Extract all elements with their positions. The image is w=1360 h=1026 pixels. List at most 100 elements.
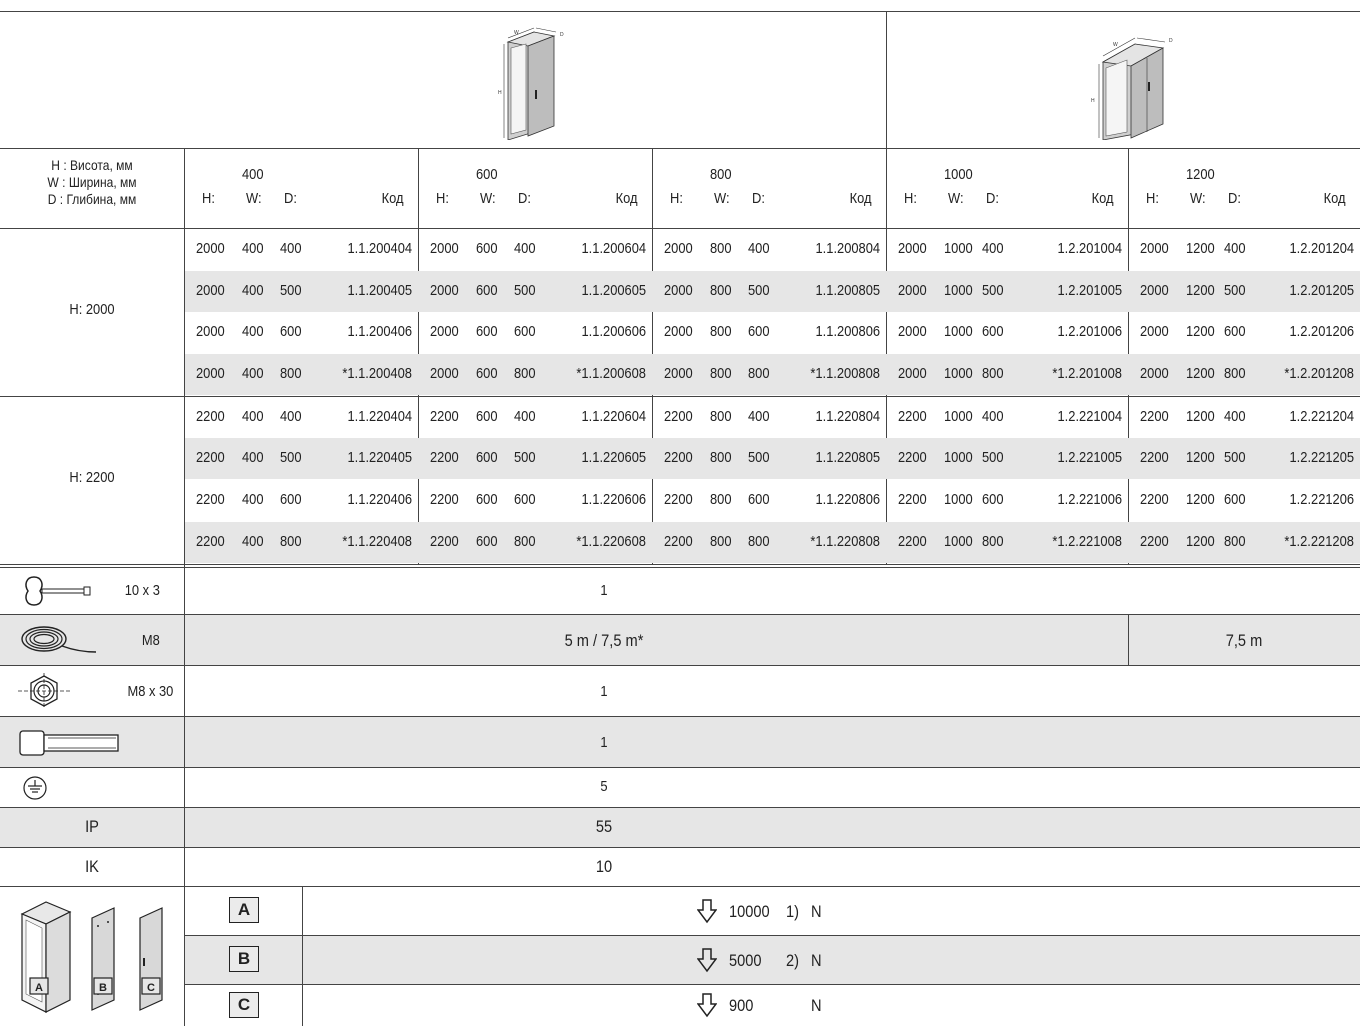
legend-h: H : Висота, мм <box>51 157 133 173</box>
cell-code: 1.1.200806 <box>815 323 880 340</box>
load-unit: N <box>811 996 822 1015</box>
double-cabinet-drawing: W D H <box>1091 37 1173 140</box>
cell-depth: 400 <box>748 240 770 257</box>
cell-height: 2000 <box>898 282 927 299</box>
cell-depth: 500 <box>1224 449 1246 466</box>
cell-depth: 400 <box>280 240 302 257</box>
cell-width: 800 <box>710 323 732 340</box>
cell-height: 2200 <box>898 408 927 425</box>
ip-value: 55 <box>595 817 613 836</box>
cell-code: *1.1.220608 <box>576 533 646 550</box>
cell-height: 2000 <box>430 282 459 299</box>
down-arrow-icon <box>697 993 717 1018</box>
cell-height: 2200 <box>430 408 459 425</box>
cell-code: *1.1.200408 <box>342 365 412 382</box>
cell-depth: 400 <box>1224 240 1246 257</box>
cell-code: 1.1.200804 <box>815 240 880 257</box>
diagram-h-label: H <box>1091 98 1095 104</box>
cell-depth: 400 <box>982 408 1004 425</box>
col-header-w: W: <box>948 190 964 207</box>
cell-code: 1.1.200405 <box>347 282 412 299</box>
cell-width: 400 <box>242 449 264 466</box>
cell-depth: 600 <box>514 491 536 508</box>
cell-width: 800 <box>710 449 732 466</box>
cell-width: 600 <box>476 449 498 466</box>
cell-depth: 600 <box>514 323 536 340</box>
col-header-d: D: <box>284 190 297 207</box>
cell-height: 2200 <box>430 491 459 508</box>
cell-depth: 500 <box>514 449 536 466</box>
load-value: 5000 <box>729 950 762 970</box>
cell-depth: 600 <box>280 323 302 340</box>
cell-width: 400 <box>242 408 264 425</box>
col-header-h: H: <box>436 190 449 207</box>
cell-depth: 600 <box>748 491 770 508</box>
load-unit: N <box>811 950 822 970</box>
cell-code: *1.1.220408 <box>342 533 412 550</box>
cell-code: *1.2.201208 <box>1284 365 1354 382</box>
screw-icon <box>19 730 119 756</box>
cell-depth: 500 <box>280 449 302 466</box>
cell-width: 400 <box>242 282 264 299</box>
cell-height: 2200 <box>664 408 693 425</box>
cell-depth: 500 <box>748 449 770 466</box>
cell-width: 800 <box>710 240 732 257</box>
col-header-code: Код <box>1092 190 1114 207</box>
cable-label: M8 <box>142 632 160 649</box>
diagram-letter-c: C <box>147 982 155 994</box>
cell-width: 1200 <box>1186 323 1215 340</box>
cell-depth: 400 <box>748 408 770 425</box>
cell-code: 1.2.221006 <box>1057 491 1122 508</box>
diagram-h-label: H <box>498 90 502 96</box>
cell-depth: 600 <box>748 323 770 340</box>
cell-width: 1000 <box>944 449 973 466</box>
cell-width: 800 <box>710 491 732 508</box>
cell-width: 400 <box>242 491 264 508</box>
col-header-h: H: <box>1146 190 1159 207</box>
cell-height: 2000 <box>196 282 225 299</box>
cell-height: 2000 <box>196 240 225 257</box>
cell-code: 1.1.220404 <box>347 408 412 425</box>
cell-width: 1200 <box>1186 365 1215 382</box>
cell-width: 1200 <box>1186 491 1215 508</box>
cell-code: 1.2.221205 <box>1289 449 1354 466</box>
cell-depth: 500 <box>982 282 1004 299</box>
cell-depth: 400 <box>982 240 1004 257</box>
cell-height: 2200 <box>196 449 225 466</box>
group-label-2000: H: 2000 <box>69 301 115 318</box>
col-header-w: W: <box>246 190 262 207</box>
cell-depth: 600 <box>1224 323 1246 340</box>
cell-code: 1.1.220406 <box>347 491 412 508</box>
cell-width: 600 <box>476 533 498 550</box>
cell-width: 400 <box>242 365 264 382</box>
cell-code: 1.1.220806 <box>815 491 880 508</box>
single-cabinet-drawing: W D H <box>498 27 564 140</box>
cell-code: 1.1.220604 <box>581 408 646 425</box>
cell-height: 2200 <box>1140 533 1169 550</box>
cell-depth: 800 <box>280 365 302 382</box>
cell-code: 1.1.220606 <box>581 491 646 508</box>
cell-depth: 500 <box>982 449 1004 466</box>
cell-width: 1000 <box>944 282 973 299</box>
col-header-d: D: <box>518 190 531 207</box>
cell-height: 2000 <box>1140 240 1169 257</box>
cell-width: 800 <box>710 282 732 299</box>
cell-height: 2200 <box>430 449 459 466</box>
width-header-600: 600 <box>476 166 498 183</box>
col-header-h: H: <box>670 190 683 207</box>
cell-code: 1.2.201005 <box>1057 282 1122 299</box>
down-arrow-icon <box>697 947 717 972</box>
cell-width: 600 <box>476 408 498 425</box>
load-value: 900 <box>729 996 754 1015</box>
cell-code: 1.1.200404 <box>347 240 412 257</box>
cell-height: 2200 <box>196 533 225 550</box>
col-header-w: W: <box>1190 190 1206 207</box>
earth-value: 5 <box>600 778 608 795</box>
cell-height: 2000 <box>196 323 225 340</box>
cell-height: 2200 <box>898 533 927 550</box>
load-value: 10000 <box>729 901 770 921</box>
cell-code: 1.2.201204 <box>1289 240 1354 257</box>
width-header-1200: 1200 <box>1186 166 1215 183</box>
cell-depth: 600 <box>982 491 1004 508</box>
cell-height: 2000 <box>664 282 693 299</box>
